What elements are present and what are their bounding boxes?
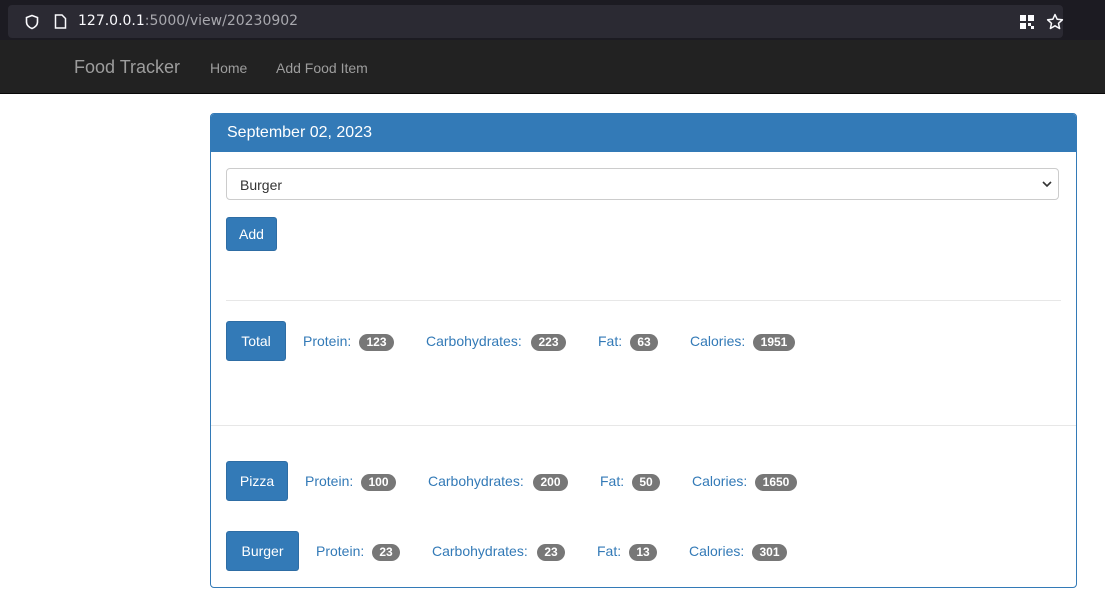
pizza-carbs-label[interactable]: Carbohydrates: <box>428 473 524 489</box>
day-panel: September 02, 2023 Burger Add Total Prot… <box>210 113 1077 588</box>
burger-calories-label[interactable]: Calories: <box>689 543 744 559</box>
bookmark-star-icon[interactable] <box>1046 13 1064 31</box>
shield-icon[interactable] <box>24 14 40 30</box>
burger-carbs-label[interactable]: Carbohydrates: <box>432 543 528 559</box>
food-select-value: Burger <box>240 177 283 193</box>
total-protein-label[interactable]: Protein: <box>303 333 351 349</box>
total-carbs-badge: 223 <box>531 334 566 351</box>
divider <box>226 300 1061 301</box>
burger-protein-label[interactable]: Protein: <box>316 543 364 559</box>
url-path: :5000/view/20230902 <box>144 13 299 29</box>
pizza-protein-label[interactable]: Protein: <box>305 473 353 489</box>
url-host: 127.0.0.1 <box>78 13 145 29</box>
food-button-pizza[interactable]: Pizza <box>226 461 288 501</box>
nav-link-home[interactable]: Home <box>210 60 247 76</box>
burger-fat-label[interactable]: Fat: <box>597 543 621 559</box>
total-calories-badge: 1951 <box>753 334 795 351</box>
page-icon <box>54 14 67 29</box>
pizza-calories-label[interactable]: Calories: <box>692 473 747 489</box>
pizza-calories-badge: 1650 <box>755 474 797 491</box>
total-calories-label[interactable]: Calories: <box>690 333 745 349</box>
total-button[interactable]: Total <box>226 321 286 361</box>
url-text[interactable]: 127.0.0.1:5000/view/20230902 <box>78 13 298 30</box>
pizza-fat-badge: 50 <box>632 474 660 491</box>
pizza-protein-badge: 100 <box>361 474 396 491</box>
chevron-down-icon <box>1042 181 1052 188</box>
burger-calories-badge: 301 <box>752 544 787 561</box>
total-fat-badge: 63 <box>630 334 658 351</box>
pizza-carbs-badge: 200 <box>533 474 568 491</box>
navbar-brand[interactable]: Food Tracker <box>74 57 180 78</box>
panel-heading: September 02, 2023 <box>211 114 1076 152</box>
pizza-fat-label[interactable]: Fat: <box>600 473 624 489</box>
divider <box>211 425 1076 426</box>
navbar: Food Tracker Home Add Food Item <box>0 40 1105 94</box>
burger-protein-badge: 23 <box>372 544 400 561</box>
browser-toolbar: 127.0.0.1:5000/view/20230902 <box>0 0 1105 40</box>
total-carbs-label[interactable]: Carbohydrates: <box>426 333 522 349</box>
food-select[interactable]: Burger <box>226 168 1059 200</box>
burger-carbs-badge: 23 <box>537 544 565 561</box>
burger-fat-badge: 13 <box>629 544 657 561</box>
total-fat-label[interactable]: Fat: <box>598 333 622 349</box>
qr-code-icon[interactable] <box>1019 14 1035 30</box>
nav-link-add-food-item[interactable]: Add Food Item <box>276 60 368 76</box>
food-button-burger[interactable]: Burger <box>226 531 299 571</box>
total-protein-badge: 123 <box>359 334 394 351</box>
address-bar[interactable]: 127.0.0.1:5000/view/20230902 <box>8 5 1064 38</box>
add-button[interactable]: Add <box>226 217 277 251</box>
